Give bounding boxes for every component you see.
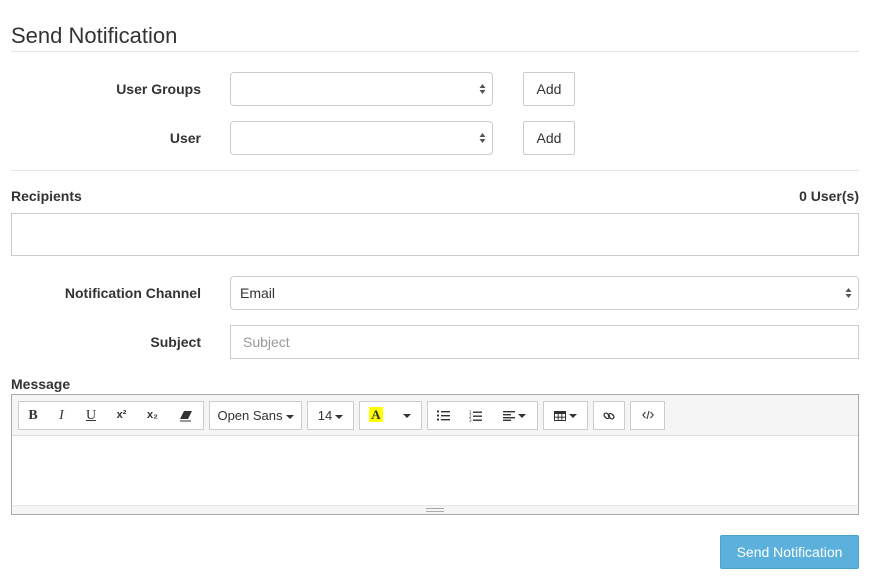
insert-link-button[interactable] [593,401,625,430]
link-icon [603,412,615,420]
subject-input[interactable]: Subject [230,325,859,359]
subscript-button[interactable]: x₂ [137,401,169,430]
chevron-down-icon [335,414,344,419]
text-color-icon: A [369,407,383,422]
user-label: User [169,130,201,146]
message-editor: B I U x² x₂ Open Sans 14 A 1 2 3 [11,394,859,515]
eraser-icon [179,410,192,422]
add-user-group-button[interactable]: Add [523,72,575,106]
editor-resize-bar[interactable] [12,505,858,514]
code-icon [641,411,654,420]
align-left-icon [503,410,515,421]
code-view-button[interactable] [630,401,665,430]
font-family-dropdown[interactable]: Open Sans [209,401,302,430]
subject-label: Subject [150,334,201,350]
section-divider [11,170,859,171]
paragraph-align-dropdown[interactable] [492,401,538,430]
underline-button[interactable]: U [76,401,107,430]
select-arrows-icon [479,133,486,143]
unordered-list-button[interactable] [427,401,460,430]
user-groups-select[interactable] [230,72,493,106]
channel-value: Email [240,285,276,301]
text-color-dropdown[interactable] [392,401,422,430]
add-user-button[interactable]: Add [523,121,575,155]
chevron-down-icon [569,413,577,418]
chevron-down-icon [285,414,294,419]
message-editor-body[interactable] [12,436,858,505]
chevron-down-icon [518,413,526,418]
bullet-list-icon [437,410,450,421]
channel-label: Notification Channel [64,285,201,301]
channel-select[interactable]: Email [230,276,859,310]
font-size-value: 14 [317,408,333,423]
svg-text:3: 3 [469,418,472,422]
page-title: Send Notification [11,23,178,48]
chevron-down-icon [402,413,411,418]
clear-format-button[interactable] [168,401,204,430]
recipients-label: Recipients [11,188,82,204]
recipients-box[interactable] [11,213,859,256]
italic-button[interactable]: I [47,401,77,430]
resize-grip-icon [426,508,444,512]
user-select[interactable] [230,121,493,155]
recipients-count: 0 User(s) [799,188,859,204]
font-family-value: Open Sans [217,408,283,423]
select-arrows-icon [845,288,852,298]
text-color-button[interactable]: A [359,401,393,430]
send-notification-button[interactable]: Send Notification [720,535,859,569]
select-arrows-icon [479,84,486,94]
user-groups-label: User Groups [116,81,201,97]
font-size-dropdown[interactable]: 14 [307,401,354,430]
table-icon [554,410,566,421]
message-label: Message [11,376,71,392]
editor-toolbar: B I U x² x₂ Open Sans 14 A 1 2 3 [12,395,858,436]
numbered-list-icon: 1 2 3 [469,410,482,423]
bold-button[interactable]: B [18,401,48,430]
superscript-button[interactable]: x² [106,401,138,430]
title-divider [11,51,859,52]
ordered-list-button[interactable]: 1 2 3 [459,401,493,430]
table-dropdown[interactable] [543,401,588,430]
